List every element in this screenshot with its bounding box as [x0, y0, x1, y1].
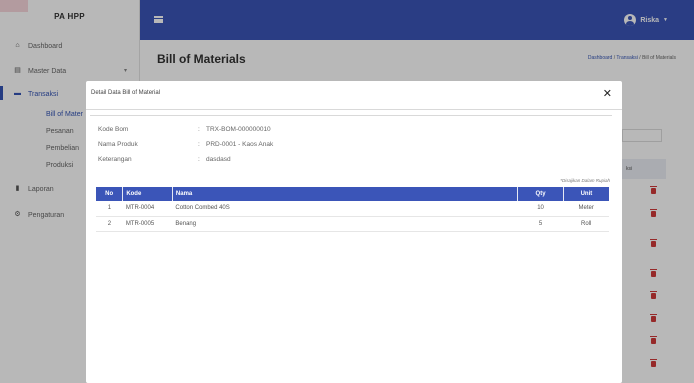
column-header-nama: Nama — [172, 187, 519, 201]
column-header-kode: Kode — [122, 187, 173, 201]
cell-kode: MTR-0004 — [122, 201, 173, 217]
cell-kode: MTR-0005 — [122, 216, 173, 232]
cell-unit: Roll — [563, 216, 609, 232]
column-header-no: No — [96, 187, 124, 201]
cell-unit: Meter — [563, 201, 609, 217]
column-header-unit: Unit — [563, 187, 609, 201]
cell-qty: 10 — [517, 201, 564, 217]
cell-no: 2 — [96, 216, 123, 232]
table-row: 2 MTR-0005 Benang 5 Roll — [96, 216, 609, 232]
material-table: No Kode Nama Qty Unit 1 MTR-0004 Cotton … — [96, 187, 609, 232]
bom-detail-modal: Detail Data Bill of Material ✕ Kode Bom … — [86, 81, 622, 383]
table-header-row: No Kode Nama Qty Unit — [96, 187, 609, 201]
cell-no: 1 — [96, 201, 123, 217]
cell-nama: Benang — [172, 216, 518, 232]
cell-qty: 5 — [517, 216, 564, 232]
colon: : — [198, 126, 200, 133]
modal-title: Detail Data Bill of Material — [91, 90, 161, 96]
divider — [90, 115, 612, 116]
column-header-qty: Qty — [517, 187, 564, 201]
close-icon[interactable]: ✕ — [603, 87, 612, 100]
info-label: Keterangan — [98, 156, 132, 163]
cell-nama: Cotton Combed 40S — [172, 201, 518, 217]
colon: : — [198, 141, 200, 148]
info-value: TRX-BOM-000000010 — [206, 126, 271, 133]
colon: : — [198, 156, 200, 163]
bom-info: Kode Bom : TRX-BOM-000000010 Nama Produk… — [98, 126, 273, 171]
table-row: 1 MTR-0004 Cotton Combed 40S 10 Meter — [96, 201, 609, 217]
info-label: Nama Produk — [98, 141, 138, 148]
modal-header: Detail Data Bill of Material ✕ — [86, 81, 622, 110]
info-label: Kode Bom — [98, 126, 129, 133]
currency-note: *Disajikan Dalam Rupiah — [560, 178, 610, 183]
info-value: PRD-0001 - Kaos Anak — [206, 141, 274, 148]
info-row-kode-bom: Kode Bom : TRX-BOM-000000010 — [98, 126, 273, 141]
info-row-nama-produk: Nama Produk : PRD-0001 - Kaos Anak — [98, 141, 273, 156]
info-row-keterangan: Keterangan : dasdasd — [98, 156, 273, 171]
info-value: dasdasd — [206, 156, 231, 163]
